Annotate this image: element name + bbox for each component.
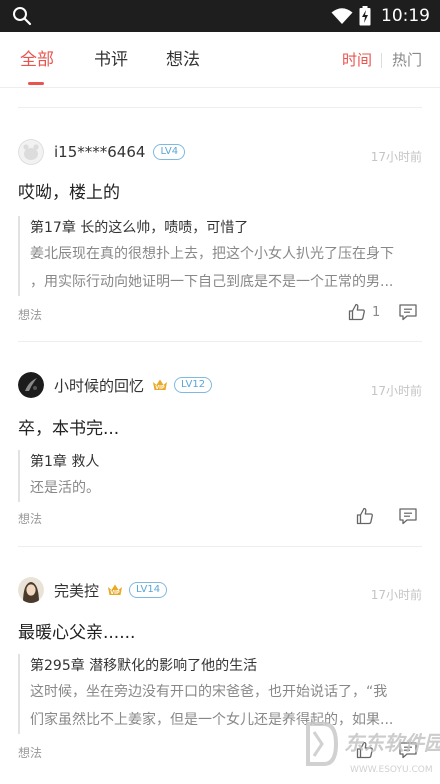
watermark-text: 东东软件园 (344, 731, 440, 755)
avatar[interactable] (18, 372, 44, 398)
thumbs-up-icon (348, 303, 365, 321)
active-tab-indicator (28, 82, 44, 85)
level-badge: LV4 (153, 144, 186, 160)
status-bar: 10:19 (0, 0, 440, 32)
list-top-divider (18, 107, 422, 108)
tab-thoughts[interactable]: 想法 (166, 32, 200, 88)
svg-text:VIP: VIP (155, 385, 165, 391)
site-watermark-logo: 东东软件园 WWW.ESOYU.COM (306, 722, 440, 775)
watermark-url: WWW.ESOYU.COM (350, 765, 433, 775)
feed-item[interactable]: i15****6464 LV4 17小时前 哎呦，楼上的 第17章 长的这么帅，… (0, 130, 440, 342)
username[interactable]: 完美控 (54, 580, 99, 601)
clock-time: 10:19 (381, 6, 430, 26)
post-type-tag: 想法 (18, 512, 43, 526)
thumbs-up-icon (356, 507, 373, 525)
item-divider (18, 546, 422, 547)
svg-text:VIP: VIP (110, 590, 120, 596)
excerpt-line: 姜北辰现在真的很想扑上去，把这个小女人扒光了压在身下 (30, 246, 394, 262)
post-content[interactable]: 最暖心父亲...... (18, 618, 135, 643)
filter-tab-bar: 全部 书评 想法 时间 热门 (0, 32, 440, 88)
excerpt-line: 这时候，坐在旁边没有开口的宋爸爸，也开始说话了，“我 (30, 684, 388, 700)
status-icons: 10:19 (331, 0, 430, 32)
sort-by-time[interactable]: 时间 (342, 32, 372, 88)
like-button[interactable]: 1 (348, 302, 380, 322)
post-type-tag: 想法 (18, 746, 43, 760)
feed-item-header: 小时候的回忆 VIP LV12 (18, 371, 213, 399)
level-badge: LV12 (174, 377, 213, 393)
excerpt-text: 还是活的。 (30, 474, 422, 502)
post-time: 17小时前 (370, 588, 422, 602)
chapter-title: 第17章 长的这么帅，啧啧，可惜了 (30, 220, 249, 236)
post-content[interactable]: 哎呦，楼上的 (18, 178, 120, 203)
chapter-title: 第295章 潜移默化的影响了他的生活 (30, 658, 258, 674)
username[interactable]: 小时候的回忆 (54, 375, 144, 396)
excerpt-text: 姜北辰现在真的很想扑上去，把这个小女人扒光了压在身下 ，用实际行动向她证明一下自… (30, 240, 422, 296)
excerpt-line: 还是活的。 (30, 480, 100, 496)
tab-all[interactable]: 全部 (20, 32, 54, 88)
comment-icon[interactable] (398, 506, 418, 526)
comment-icon[interactable] (398, 302, 418, 322)
wifi-icon (331, 8, 353, 24)
feed-item-header: i15****6464 LV4 (18, 138, 186, 166)
quoted-excerpt[interactable]: 第1章 救人 还是活的。 (18, 450, 422, 502)
avatar[interactable] (18, 577, 44, 603)
tab-book-reviews[interactable]: 书评 (94, 32, 128, 88)
avatar[interactable] (18, 139, 44, 165)
username[interactable]: i15****6464 (54, 143, 145, 161)
sort-by-popular[interactable]: 热门 (392, 32, 422, 88)
battery-charging-icon (359, 6, 371, 26)
post-content[interactable]: 卒，本书完... (18, 414, 119, 439)
feed-item-header: 完美控 VIP LV14 (18, 576, 168, 604)
vip-crown-icon: VIP (153, 379, 168, 391)
like-button[interactable] (356, 506, 374, 526)
feed-item[interactable]: 小时候的回忆 VIP LV12 17小时前 卒，本书完... 第1章 救人 还是… (0, 364, 440, 548)
post-time: 17小时前 (370, 150, 422, 164)
chapter-title: 第1章 救人 (30, 454, 100, 470)
post-type-tag: 想法 (18, 308, 43, 322)
quoted-excerpt[interactable]: 第17章 长的这么帅，啧啧，可惜了 姜北辰现在真的很想扑上去，把这个小女人扒光了… (18, 216, 422, 296)
like-count: 1 (372, 304, 381, 320)
item-divider (18, 341, 422, 342)
post-time: 17小时前 (370, 384, 422, 398)
sort-divider (381, 53, 382, 68)
vip-crown-icon: VIP (108, 584, 123, 596)
excerpt-line: ，用实际行动向她证明一下自己到底是不是一个正常的男... (30, 274, 394, 290)
level-badge: LV14 (129, 582, 168, 598)
search-icon[interactable] (12, 6, 32, 26)
